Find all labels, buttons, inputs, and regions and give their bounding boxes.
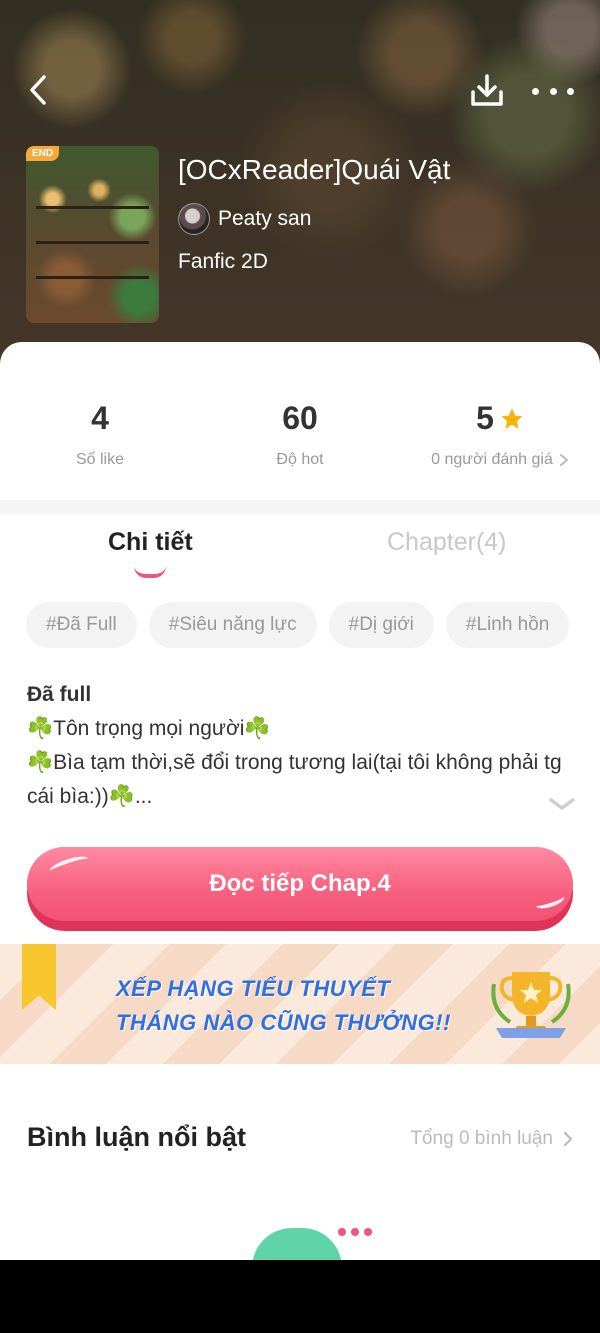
book-title: [OCxReader]Quái Vật (178, 154, 451, 185)
star-icon (501, 408, 523, 429)
mascot-illustration (252, 1228, 342, 1260)
back-button[interactable] (22, 72, 54, 108)
description: Đã full ☘️Tôn trọng mọi người☘️ ☘️Bìa tạ… (27, 678, 567, 814)
content-card: 4 Số like 60 Độ hot 5 0 người đánh giá C… (0, 342, 600, 1260)
author-avatar (178, 203, 210, 235)
chevron-right-icon (563, 1131, 573, 1147)
comments-header: Bình luận nổi bật Tổng 0 bình luận (27, 1118, 573, 1162)
tag-chip[interactable]: #Đã Full (26, 602, 137, 648)
stat-value: 5 (476, 400, 494, 436)
end-badge: END (26, 146, 60, 161)
description-line: ☘️Tôn trọng mọi người☘️ (27, 717, 271, 740)
cover-decoration (36, 276, 149, 279)
more-dot-icon (549, 87, 557, 95)
section-divider (0, 500, 600, 514)
book-cover[interactable] (26, 146, 159, 323)
comments-title: Bình luận nổi bật (27, 1122, 246, 1152)
rating-label-row: 0 người đánh giá (400, 451, 600, 469)
continue-reading-label: Đọc tiếp Chap.4 (209, 870, 391, 897)
cover-decoration (36, 241, 149, 244)
mascot-typing-dots-icon (338, 1228, 372, 1236)
continue-reading-button[interactable]: Đọc tiếp Chap.4 (27, 847, 573, 931)
stat-value: 4 (91, 400, 109, 436)
author-row[interactable]: Peaty san (178, 202, 311, 236)
stats-row: 4 Số like 60 Độ hot 5 0 người đánh giá (0, 382, 600, 482)
ranking-banner[interactable]: XẾP HẠNG TIỂU THUYẾT THÁNG NÀO CŨNG THƯỞ… (0, 944, 600, 1064)
stat-value: 60 (282, 400, 318, 436)
back-arrow-icon (30, 75, 46, 105)
chevron-down-icon (549, 798, 575, 810)
system-navigation-bar (0, 1260, 600, 1333)
comments-count-link[interactable]: Tổng 0 bình luận (410, 1128, 573, 1150)
description-status: Đã full (27, 683, 92, 706)
tag-chip[interactable]: #Dị giới (328, 602, 434, 648)
bookmark-ribbon-icon (22, 944, 56, 1010)
expand-description-button[interactable] (548, 794, 576, 814)
description-line: ☘️Bìa tạm thời,sẽ đổi trong tương lai(tạ… (27, 751, 562, 808)
tag-chip[interactable]: #Linh hồn (445, 602, 570, 648)
more-dot-icon (532, 87, 539, 95)
tab-indicator (134, 566, 166, 578)
stat-likes: 4 Số like (0, 400, 200, 469)
button-face: Đọc tiếp Chap.4 (27, 847, 573, 921)
comments-count: Tổng 0 bình luận (410, 1128, 553, 1149)
banner-text: XẾP HẠNG TIỂU THUYẾT THÁNG NÀO CŨNG THƯỞ… (116, 972, 451, 1040)
download-icon (471, 74, 503, 106)
tag-list: #Đã Full #Siêu năng lực #Dị giới #Linh h… (26, 602, 570, 650)
trophy-icon (491, 972, 571, 1038)
rating-value-row: 5 (400, 400, 600, 437)
cover-decoration (36, 206, 149, 209)
more-dot-icon (567, 87, 574, 95)
download-button[interactable] (468, 72, 506, 110)
tab-chapters[interactable]: Chapter(4) (387, 528, 507, 557)
top-bar (0, 60, 600, 120)
stat-rating[interactable]: 5 0 người đánh giá (400, 400, 600, 469)
dot (364, 1228, 372, 1236)
stat-label: Số like (75, 451, 125, 468)
stat-hot: 60 Độ hot (200, 400, 400, 469)
stat-label: Độ hot (276, 451, 324, 468)
tab-bar: Chi tiết Chapter(4) (0, 520, 600, 590)
author-name: Peaty san (218, 207, 312, 230)
more-options-button[interactable] (532, 74, 574, 108)
banner-line: THÁNG NÀO CŨNG THƯỞNG!! (116, 1010, 451, 1035)
book-genre: Fanfic 2D (178, 250, 268, 273)
stat-label: 0 người đánh giá (431, 451, 553, 468)
screen: END [OCxReader]Quái Vật Peaty san Fanfic… (0, 0, 600, 1260)
banner-line: XẾP HẠNG TIỂU THUYẾT (116, 976, 391, 1001)
tag-chip[interactable]: #Siêu năng lực (148, 602, 317, 648)
tab-details[interactable]: Chi tiết (108, 528, 193, 557)
dot (338, 1228, 346, 1236)
chevron-right-icon (559, 454, 568, 466)
dot (351, 1228, 359, 1236)
